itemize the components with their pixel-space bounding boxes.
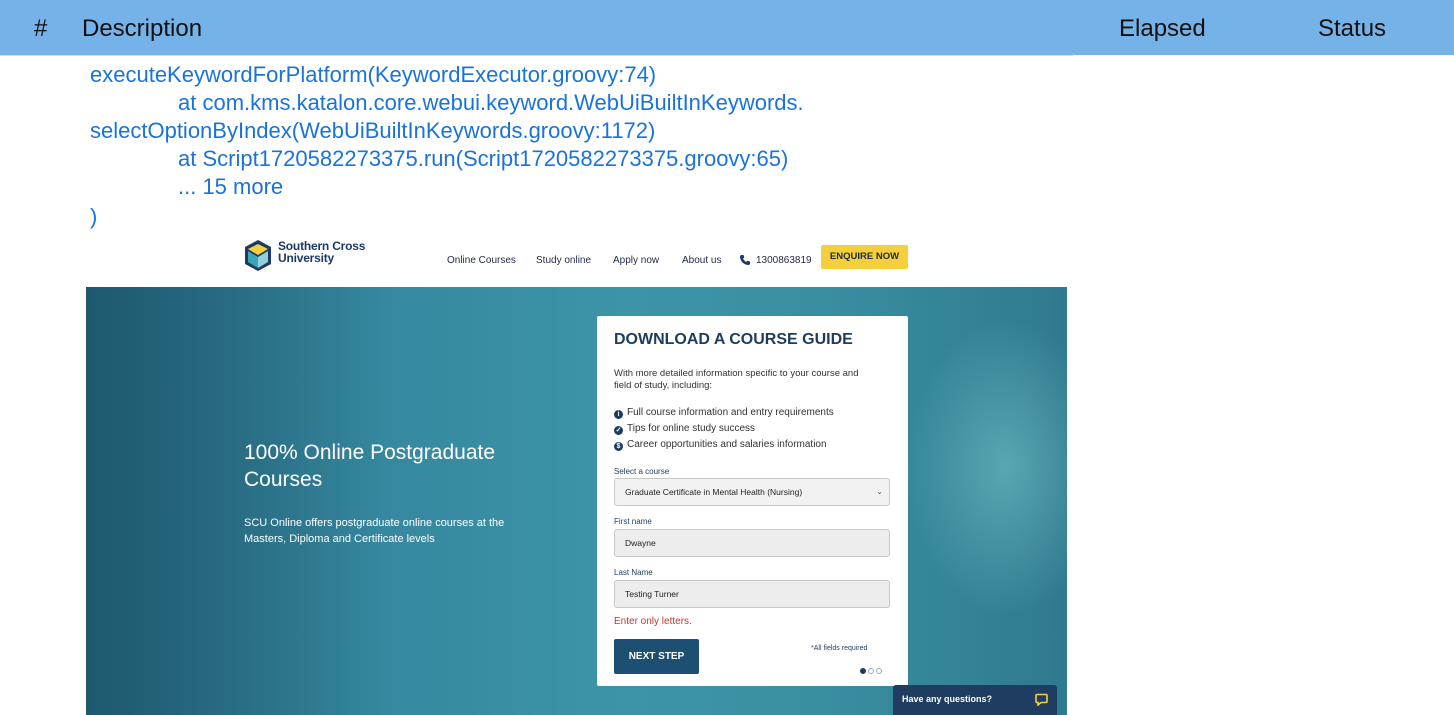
chat-icon — [1035, 693, 1048, 706]
hero-shade — [86, 287, 386, 715]
form-bullet-text: Career opportunities and salaries inform… — [627, 439, 827, 450]
form-bullet: $ Career opportunities and salaries infor… — [614, 439, 827, 451]
step-dot — [876, 668, 882, 674]
trace-line: at com.kms.katalon.core.webui.keyword.We… — [178, 90, 804, 115]
nav-about-us[interactable]: About us — [682, 255, 721, 266]
step-dot — [860, 668, 866, 674]
site-nav: Southern Cross University Online Courses… — [86, 233, 1067, 287]
hero-title-line: Courses — [244, 468, 323, 491]
hero-subtitle: SCU Online offers postgraduate online co… — [244, 515, 504, 547]
page-screenshot: Southern Cross University Online Courses… — [86, 233, 1067, 715]
nav-online-courses[interactable]: Online Courses — [447, 255, 516, 266]
header-divider — [0, 55, 1073, 56]
step-dot — [868, 668, 874, 674]
course-select[interactable]: Graduate Certificate in Mental Health (N… — [614, 478, 890, 506]
first-name-value: Dwayne — [625, 538, 656, 548]
phone-number-link[interactable]: 1300863819 — [756, 255, 812, 266]
hero-banner: 100% Online Postgraduate Courses SCU Onl… — [86, 287, 1067, 715]
column-status-header: Status — [1318, 15, 1387, 42]
trace-line: executeKeywordForPlatform(KeywordExecuto… — [90, 62, 657, 87]
university-logo-text[interactable]: Southern Cross University — [278, 240, 365, 264]
check-icon: ✓ — [614, 426, 623, 435]
hero-highlight — [906, 317, 1067, 617]
next-step-button[interactable]: NEXT STEP — [614, 639, 699, 674]
chat-label: Have any questions? — [902, 694, 993, 704]
hero-subtitle-line: SCU Online offers postgraduate online co… — [244, 517, 505, 529]
required-note: *All fields required — [811, 645, 868, 652]
logo-line: University — [278, 251, 335, 265]
column-elapsed-header: Elapsed — [1119, 15, 1206, 42]
course-select-value: Graduate Certificate in Mental Health (N… — [625, 487, 803, 497]
first-name-field[interactable]: Dwayne — [614, 529, 890, 557]
column-number-header: # — [34, 15, 48, 42]
last-name-value: Testing Turner — [625, 589, 679, 599]
info-icon: i — [614, 410, 623, 419]
chevron-down-icon: ⌄ — [876, 487, 883, 496]
form-bullet: ✓ Tips for online study success — [614, 423, 755, 435]
dollar-icon: $ — [614, 442, 623, 451]
report-header: # Description Elapsed Status — [0, 0, 1454, 55]
course-guide-form: DOWNLOAD A COURSE GUIDE With more detail… — [597, 316, 908, 686]
hero-subtitle-line: Masters, Diploma and Certificate levels — [244, 533, 435, 545]
nav-apply-now[interactable]: Apply now — [613, 255, 659, 266]
nav-study-online[interactable]: Study online — [536, 255, 591, 266]
step-indicator — [860, 661, 890, 674]
hero-title-line: 100% Online Postgraduate — [244, 441, 496, 464]
trace-line: at Script1720582273375.run(Script1720582… — [178, 146, 789, 171]
first-name-label: First name — [614, 517, 652, 526]
trace-line: selectOptionByIndex(WebUiBuiltInKeywords… — [90, 118, 656, 143]
trace-line: ... 15 more — [178, 174, 284, 199]
form-intro-line: field of study, including: — [614, 380, 713, 391]
form-bullet: i Full course information and entry requi… — [614, 407, 834, 419]
form-intro-line: With more detailed information specific … — [614, 368, 859, 379]
phone-icon — [740, 255, 750, 265]
form-intro: With more detailed information specific … — [614, 368, 858, 392]
column-description-header: Description — [82, 15, 203, 42]
university-logo-icon[interactable] — [244, 239, 272, 272]
hero-title: 100% Online Postgraduate Courses — [244, 439, 495, 493]
chat-widget[interactable]: Have any questions? — [893, 685, 1057, 715]
validation-error: Enter only letters. — [614, 616, 692, 627]
last-name-field[interactable]: Testing Turner — [614, 580, 890, 608]
enquire-now-button[interactable]: ENQUIRE NOW — [821, 245, 908, 269]
course-select-label: Select a course — [614, 467, 670, 476]
trace-line: ) — [90, 204, 98, 229]
form-bullet-text: Full course information and entry requir… — [627, 407, 834, 418]
form-title: DOWNLOAD A COURSE GUIDE — [614, 331, 853, 348]
last-name-label: Last Name — [614, 568, 653, 577]
form-bullet-text: Tips for online study success — [627, 423, 756, 434]
